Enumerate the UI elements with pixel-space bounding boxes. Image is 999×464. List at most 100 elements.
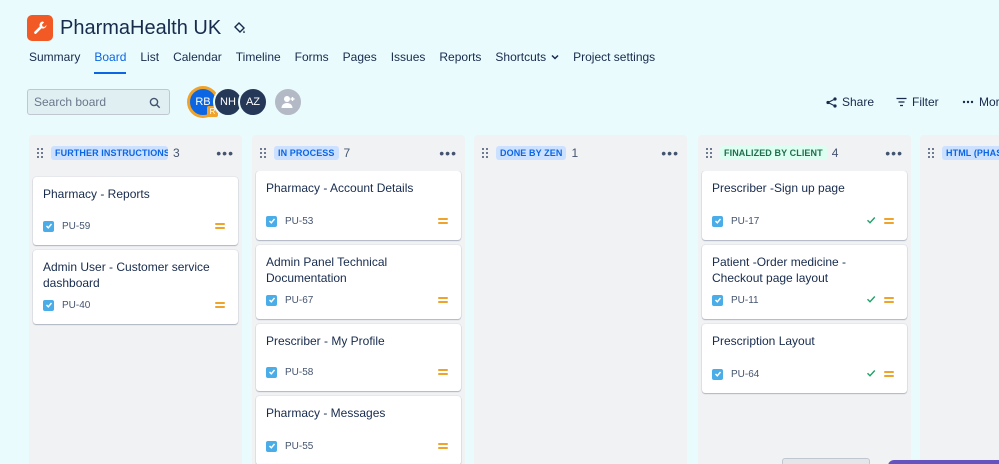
- drag-handle-icon[interactable]: [926, 147, 936, 159]
- column-status-lozenge: DONE BY ZEN: [496, 146, 567, 160]
- card-title: Pharmacy - Account Details: [266, 181, 414, 195]
- priority-medium-icon: [215, 299, 225, 311]
- issue-card[interactable]: Pharmacy - Account Details PU-53: [256, 171, 461, 240]
- share-icon: [826, 96, 837, 108]
- floating-panel-tab[interactable]: [888, 460, 999, 464]
- wrench-icon[interactable]: [27, 15, 53, 41]
- avatar-initials: NH: [220, 96, 236, 108]
- drag-handle-icon[interactable]: [480, 147, 490, 159]
- column-more-icon[interactable]: •••: [885, 145, 903, 161]
- paint-bucket-icon[interactable]: [231, 20, 247, 36]
- more-label: More: [979, 95, 999, 109]
- tab-shortcuts[interactable]: Shortcuts: [488, 46, 566, 74]
- search-input[interactable]: [34, 95, 144, 109]
- column-count: 7: [343, 146, 351, 160]
- drag-handle-icon[interactable]: [35, 147, 45, 159]
- issue-card[interactable]: Admin Panel Technical Documentation PU-6…: [256, 245, 461, 319]
- project-header: PharmaHealth UK: [27, 12, 247, 44]
- board-column: FURTHER INSTRUCTIONS ... 3 ••• Pharmacy …: [29, 135, 242, 464]
- card-title: Prescriber -Sign up page: [712, 181, 845, 195]
- tab-summary[interactable]: Summary: [22, 46, 87, 74]
- done-check-icon: [867, 296, 876, 303]
- tab-board[interactable]: Board: [87, 46, 133, 74]
- issue-key[interactable]: PU-64: [731, 369, 759, 380]
- more-button[interactable]: More: [962, 95, 999, 109]
- board-column: IN PROCESS 7 ••• Pharmacy - Account Deta…: [252, 135, 465, 464]
- tab-timeline[interactable]: Timeline: [229, 46, 288, 74]
- tab-reports[interactable]: Reports: [432, 46, 488, 74]
- issue-key[interactable]: PU-17: [731, 216, 759, 227]
- issue-card[interactable]: Prescription Layout PU-64: [702, 324, 907, 393]
- card-title: Patient -Order medicine - Checkout page …: [712, 255, 847, 285]
- drag-handle-icon[interactable]: [258, 147, 268, 159]
- task-checkbox-icon: [266, 215, 277, 227]
- priority-medium-icon: [884, 368, 894, 380]
- column-body: Pharmacy - Reports PU-59 Admin User - Cu…: [32, 171, 239, 464]
- issue-card[interactable]: Admin User - Customer service dashboard …: [33, 250, 238, 324]
- priority-medium-icon: [438, 366, 448, 378]
- issue-card[interactable]: Prescriber - My Profile PU-58: [256, 324, 461, 391]
- issue-card[interactable]: Patient -Order medicine - Checkout page …: [702, 245, 907, 319]
- column-body: [477, 171, 684, 464]
- column-count: 4: [831, 146, 839, 160]
- search-board[interactable]: [27, 89, 170, 115]
- board-column: FINALIZED BY CLIENT 4 ••• Prescriber -Si…: [698, 135, 911, 464]
- tab-pages[interactable]: Pages: [336, 46, 384, 74]
- column-more-icon[interactable]: •••: [661, 145, 679, 161]
- filter-icon: [896, 97, 907, 107]
- issue-card[interactable]: Pharmacy - Messages PU-55: [256, 396, 461, 464]
- search-icon: [149, 97, 161, 109]
- card-title: Pharmacy - Reports: [43, 187, 150, 201]
- issue-key[interactable]: PU-58: [285, 367, 313, 378]
- project-nav: Summary Board List Calendar Timeline For…: [22, 46, 662, 74]
- done-check-icon: [867, 217, 876, 224]
- column-header[interactable]: HTML (PHAS: [920, 135, 999, 171]
- issue-key[interactable]: PU-53: [285, 216, 313, 227]
- priority-medium-icon: [438, 440, 448, 452]
- tab-issues[interactable]: Issues: [384, 46, 433, 74]
- task-checkbox-icon: [712, 215, 723, 227]
- issue-key[interactable]: PU-11: [731, 295, 759, 306]
- more-icon: [962, 100, 974, 104]
- drag-handle-icon[interactable]: [704, 147, 714, 159]
- add-people-icon[interactable]: [273, 87, 303, 117]
- priority-medium-icon: [438, 294, 448, 306]
- avatar-initials: AZ: [245, 96, 261, 108]
- tab-project-settings[interactable]: Project settings: [566, 46, 662, 74]
- column-header[interactable]: DONE BY ZEN 1 •••: [474, 135, 687, 171]
- scroll-indicator[interactable]: [782, 458, 870, 464]
- board-column: HTML (PHAS: [920, 135, 999, 464]
- issue-key[interactable]: PU-59: [62, 221, 90, 232]
- task-checkbox-icon: [266, 294, 277, 306]
- card-title: Admin Panel Technical Documentation: [266, 255, 388, 285]
- issue-key[interactable]: PU-40: [62, 300, 90, 311]
- issue-key[interactable]: PU-55: [285, 441, 313, 452]
- avatar[interactable]: AZ: [238, 87, 268, 117]
- column-status-lozenge: IN PROCESS: [274, 146, 339, 160]
- issue-key[interactable]: PU-67: [285, 295, 313, 306]
- tab-calendar[interactable]: Calendar: [166, 46, 229, 74]
- avatar-group: RB R NH AZ: [188, 87, 303, 117]
- column-header[interactable]: FURTHER INSTRUCTIONS ... 3 •••: [29, 135, 242, 171]
- card-title: Pharmacy - Messages: [266, 406, 386, 420]
- priority-medium-icon: [438, 215, 448, 227]
- share-label: Share: [842, 95, 875, 109]
- filter-button[interactable]: Filter: [896, 95, 939, 109]
- issue-card[interactable]: Prescriber -Sign up page PU-17: [702, 171, 907, 240]
- task-checkbox-icon: [266, 440, 277, 452]
- priority-medium-icon: [884, 215, 894, 227]
- project-title: PharmaHealth UK: [60, 16, 222, 39]
- tab-list[interactable]: List: [133, 46, 166, 74]
- column-body: Prescriber -Sign up page PU-17 Patient -…: [701, 171, 908, 464]
- task-checkbox-icon: [712, 294, 723, 306]
- column-more-icon[interactable]: •••: [216, 145, 234, 161]
- column-header[interactable]: FINALIZED BY CLIENT 4 •••: [698, 135, 911, 171]
- task-checkbox-icon: [43, 220, 54, 232]
- share-button[interactable]: Share: [826, 95, 874, 109]
- task-checkbox-icon: [266, 366, 277, 378]
- tab-forms[interactable]: Forms: [288, 46, 336, 74]
- column-more-icon[interactable]: •••: [439, 145, 457, 161]
- issue-card[interactable]: Pharmacy - Reports PU-59: [33, 177, 238, 245]
- column-header[interactable]: IN PROCESS 7 •••: [252, 135, 465, 171]
- column-status-lozenge: FINALIZED BY CLIENT: [720, 146, 827, 160]
